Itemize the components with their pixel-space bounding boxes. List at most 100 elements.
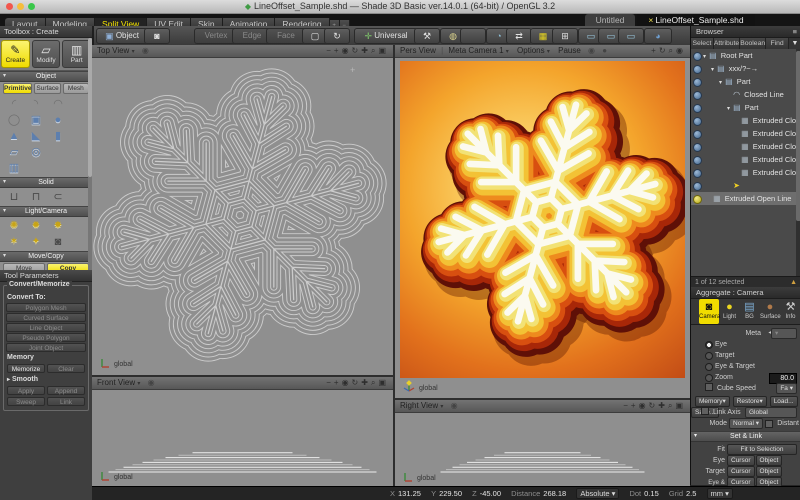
tree-row[interactable]: ▦ Extruded Closed: [691, 166, 796, 179]
visibility-toggle[interactable]: [693, 130, 702, 139]
memorize-button[interactable]: Memorize: [7, 364, 45, 373]
pause-button[interactable]: Pause: [558, 46, 581, 55]
eye-object-button[interactable]: Object: [756, 455, 783, 466]
viewport-controls[interactable]: −+◉↻✚⌕▣: [326, 45, 389, 57]
chevron-down-icon[interactable]: ▾: [440, 404, 443, 410]
browser-tab-boolean[interactable]: Boolean: [740, 38, 766, 49]
rotate-tool-button[interactable]: ↻: [324, 28, 350, 44]
toolbox-tab-primitive[interactable]: Primitive: [3, 83, 32, 94]
tree-row[interactable]: ▾ ▤ Part: [691, 75, 796, 88]
pers-viewport[interactable]: Pers View | Meta Camera 1 ▾ Options ▾ Pa…: [395, 45, 690, 398]
mode-dropdown[interactable]: Normal ▾: [729, 418, 763, 429]
distant-checkbox[interactable]: [765, 420, 773, 428]
convert-line-object-button[interactable]: Line Object: [6, 323, 86, 332]
area-light-icon[interactable]: ✶: [4, 234, 24, 250]
disc-primitive-icon[interactable]: ◎: [26, 144, 46, 160]
load-button[interactable]: Load...: [770, 396, 798, 407]
visibility-toggle[interactable]: [693, 156, 702, 165]
visibility-toggle[interactable]: [693, 78, 702, 87]
box-primitive-icon[interactable]: ▣: [26, 112, 46, 128]
document-tab-untitled[interactable]: Untitled: [585, 14, 635, 26]
smooth-apply-button[interactable]: Apply: [7, 386, 45, 395]
meta-dropdown[interactable]: ▾: [771, 328, 797, 339]
toolbox-tab-surface[interactable]: Surface: [34, 83, 60, 94]
empty-slot-button[interactable]: [460, 28, 486, 44]
right-viewport[interactable]: Right View ▾ ◉ −+◉↻✚⌕▣ global: [395, 400, 690, 486]
browser-tab-attribute[interactable]: Attribute: [714, 38, 740, 49]
wedge-primitive-icon[interactable]: ◣: [26, 128, 46, 144]
eye-radio[interactable]: [705, 341, 713, 349]
zoom-radio[interactable]: [705, 374, 713, 382]
memory-menu-button[interactable]: Memory▾: [695, 396, 730, 407]
aggregate-tab-surface[interactable]: ● Surface: [760, 299, 780, 324]
visibility-toggle[interactable]: [693, 91, 702, 100]
tree-row[interactable]: ▦ Extruded Closed: [691, 127, 796, 140]
open-box-solid-icon[interactable]: ⊔: [4, 189, 24, 205]
object-mode-button[interactable]: ▣ Object: [96, 28, 148, 44]
options-dropdown[interactable]: Options ▾: [517, 46, 550, 55]
toolbox-part-button[interactable]: ▥ Part: [62, 40, 91, 68]
convert-curved-surface-button[interactable]: Curved Surface: [6, 313, 86, 322]
point-light-icon[interactable]: ✺: [4, 218, 24, 234]
toolbox-modify-button[interactable]: ▱ Modify: [32, 40, 61, 68]
smooth-sweep-button[interactable]: Sweep: [7, 397, 45, 406]
chevron-down-icon[interactable]: ▾: [132, 49, 135, 55]
visibility-toggle[interactable]: [693, 104, 702, 113]
top-viewport[interactable]: Top View ▾ ◉ −+◉↻✚⌕▣ + global: [92, 45, 393, 375]
browser-tab-find[interactable]: Find: [766, 38, 789, 49]
magnet-icon[interactable]: ◉: [148, 378, 155, 387]
tree-row-selected[interactable]: ▦ Extruded Open Line: [691, 192, 796, 205]
visibility-toggle[interactable]: [693, 143, 702, 152]
tree-row[interactable]: ▾ ▤ xxx/?~→: [691, 62, 796, 75]
smooth-link-button[interactable]: Link: [47, 397, 85, 406]
link-axis-checkbox[interactable]: [701, 407, 709, 415]
convert-polygon-mesh-button[interactable]: Polygon Mesh: [6, 303, 86, 312]
tool-settings-button[interactable]: ⚒: [414, 28, 440, 44]
visibility-toggle[interactable]: [693, 117, 702, 126]
toolbox-section-move-copy[interactable]: ▾ Move/Copy: [0, 251, 92, 262]
coordinate-mode-dropdown[interactable]: Absolute ▾: [576, 488, 619, 499]
toolbox-create-button[interactable]: ✎ Create: [1, 40, 30, 68]
viewport-controls[interactable]: −+◉↻✚⌕▣: [623, 400, 686, 412]
visibility-toggle[interactable]: [693, 182, 702, 191]
camera-select-dropdown[interactable]: Meta Camera 1 ▾: [448, 46, 508, 55]
aggregate-tab-info[interactable]: ⚒ Info: [781, 299, 800, 324]
clear-button[interactable]: Clear: [47, 364, 85, 373]
toolbox-section-light-camera[interactable]: ▾ Light/Camera: [0, 206, 92, 217]
eye-target-radio[interactable]: [705, 363, 713, 371]
ramp-primitive-icon[interactable]: ▱: [4, 144, 24, 160]
aggregate-tab-light[interactable]: ● Light: [720, 299, 739, 324]
toolbox-section-solid[interactable]: ▾ Solid: [0, 177, 92, 188]
unit-dropdown[interactable]: mm ▾: [707, 488, 733, 499]
convert-pseudo-polygon-button[interactable]: Pseudo Polygon: [6, 333, 86, 342]
magnet-icon[interactable]: ◉: [451, 401, 458, 410]
menu-icon[interactable]: ≡: [793, 26, 797, 37]
browser-tab-select[interactable]: Select: [691, 38, 714, 49]
face-mode-button[interactable]: Face: [266, 28, 306, 44]
ambient-light-icon[interactable]: ✦: [26, 234, 46, 250]
filter-funnel-icon[interactable]: ▼: [789, 38, 800, 49]
tree-row[interactable]: ◠ Closed Line: [691, 88, 796, 101]
distant-light-icon[interactable]: ✸: [48, 218, 68, 234]
visibility-toggle[interactable]: [693, 195, 702, 204]
target-radio[interactable]: [705, 352, 713, 360]
tree-row[interactable]: ▦ Extruded Closed: [691, 114, 796, 127]
display-mode-3-button[interactable]: ▭: [618, 28, 644, 44]
smooth-label[interactable]: ▸ Smooth: [7, 376, 85, 383]
circle-tool-icon[interactable]: ◯: [4, 112, 24, 128]
tube-primitive-icon[interactable]: ▥: [4, 160, 24, 176]
boolean-solid-icon[interactable]: ⊂: [48, 189, 68, 205]
tree-row[interactable]: ▾ ▤ Part: [691, 101, 796, 114]
set-link-section[interactable]: ▾Set & Link: [691, 431, 800, 442]
close-tab-icon[interactable]: ×: [648, 15, 653, 25]
sphere-primitive-icon[interactable]: ●: [48, 112, 68, 128]
visibility-toggle[interactable]: [693, 169, 702, 178]
front-viewport[interactable]: Front View ▾ ◉ −+◉↻✚⌕▣ global: [92, 377, 393, 486]
link-axis-dropdown[interactable]: Global: [745, 407, 797, 418]
magnet-icon[interactable]: ◉: [142, 46, 149, 55]
cube-speed-checkbox[interactable]: [705, 383, 713, 391]
chevron-down-icon[interactable]: ▾: [137, 381, 140, 387]
spot-light-icon[interactable]: ✹: [26, 218, 46, 234]
viewport-controls[interactable]: +↻⌕◉: [651, 45, 686, 57]
arc-tool-icon[interactable]: ◜: [4, 96, 24, 112]
